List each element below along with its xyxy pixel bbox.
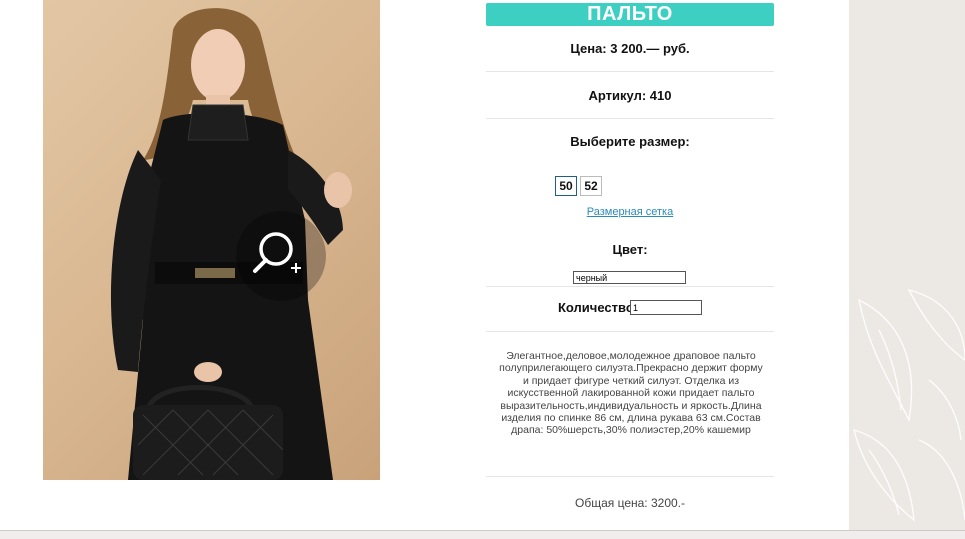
size-chart-link[interactable]: Размерная сетка [486,206,774,218]
quantity-label: Количество: [558,300,639,315]
sku-label: Артикул: 410 [588,88,672,103]
color-label: Цвет: [612,242,648,257]
size-option-52[interactable]: 52 [580,176,602,196]
size-prompt: Выберите размер: [570,134,690,149]
product-image[interactable] [43,0,380,480]
color-select-value: черный [576,273,608,283]
color-select[interactable]: черный [573,271,686,284]
model-illustration [110,8,352,480]
total-price: Общая цена: 3200.- [575,496,685,510]
quantity-select-value: 1 [633,303,639,313]
product-title: ПАЛЬТО [486,3,774,26]
divider [486,118,774,119]
size-option-50[interactable]: 50 [555,176,577,196]
quantity-select[interactable]: 1 [630,300,702,315]
zoom-button[interactable] [236,211,326,301]
leaf-pattern [853,288,965,522]
decorative-background [849,0,965,538]
product-description: Элегантное,деловое,молодежное драповое п… [499,350,763,437]
divider [486,476,774,477]
divider [486,71,774,72]
divider [486,331,774,332]
magnifier-plus-icon [253,232,301,273]
divider [486,286,774,287]
price-label: Цена: 3 200.— руб. [570,41,690,56]
